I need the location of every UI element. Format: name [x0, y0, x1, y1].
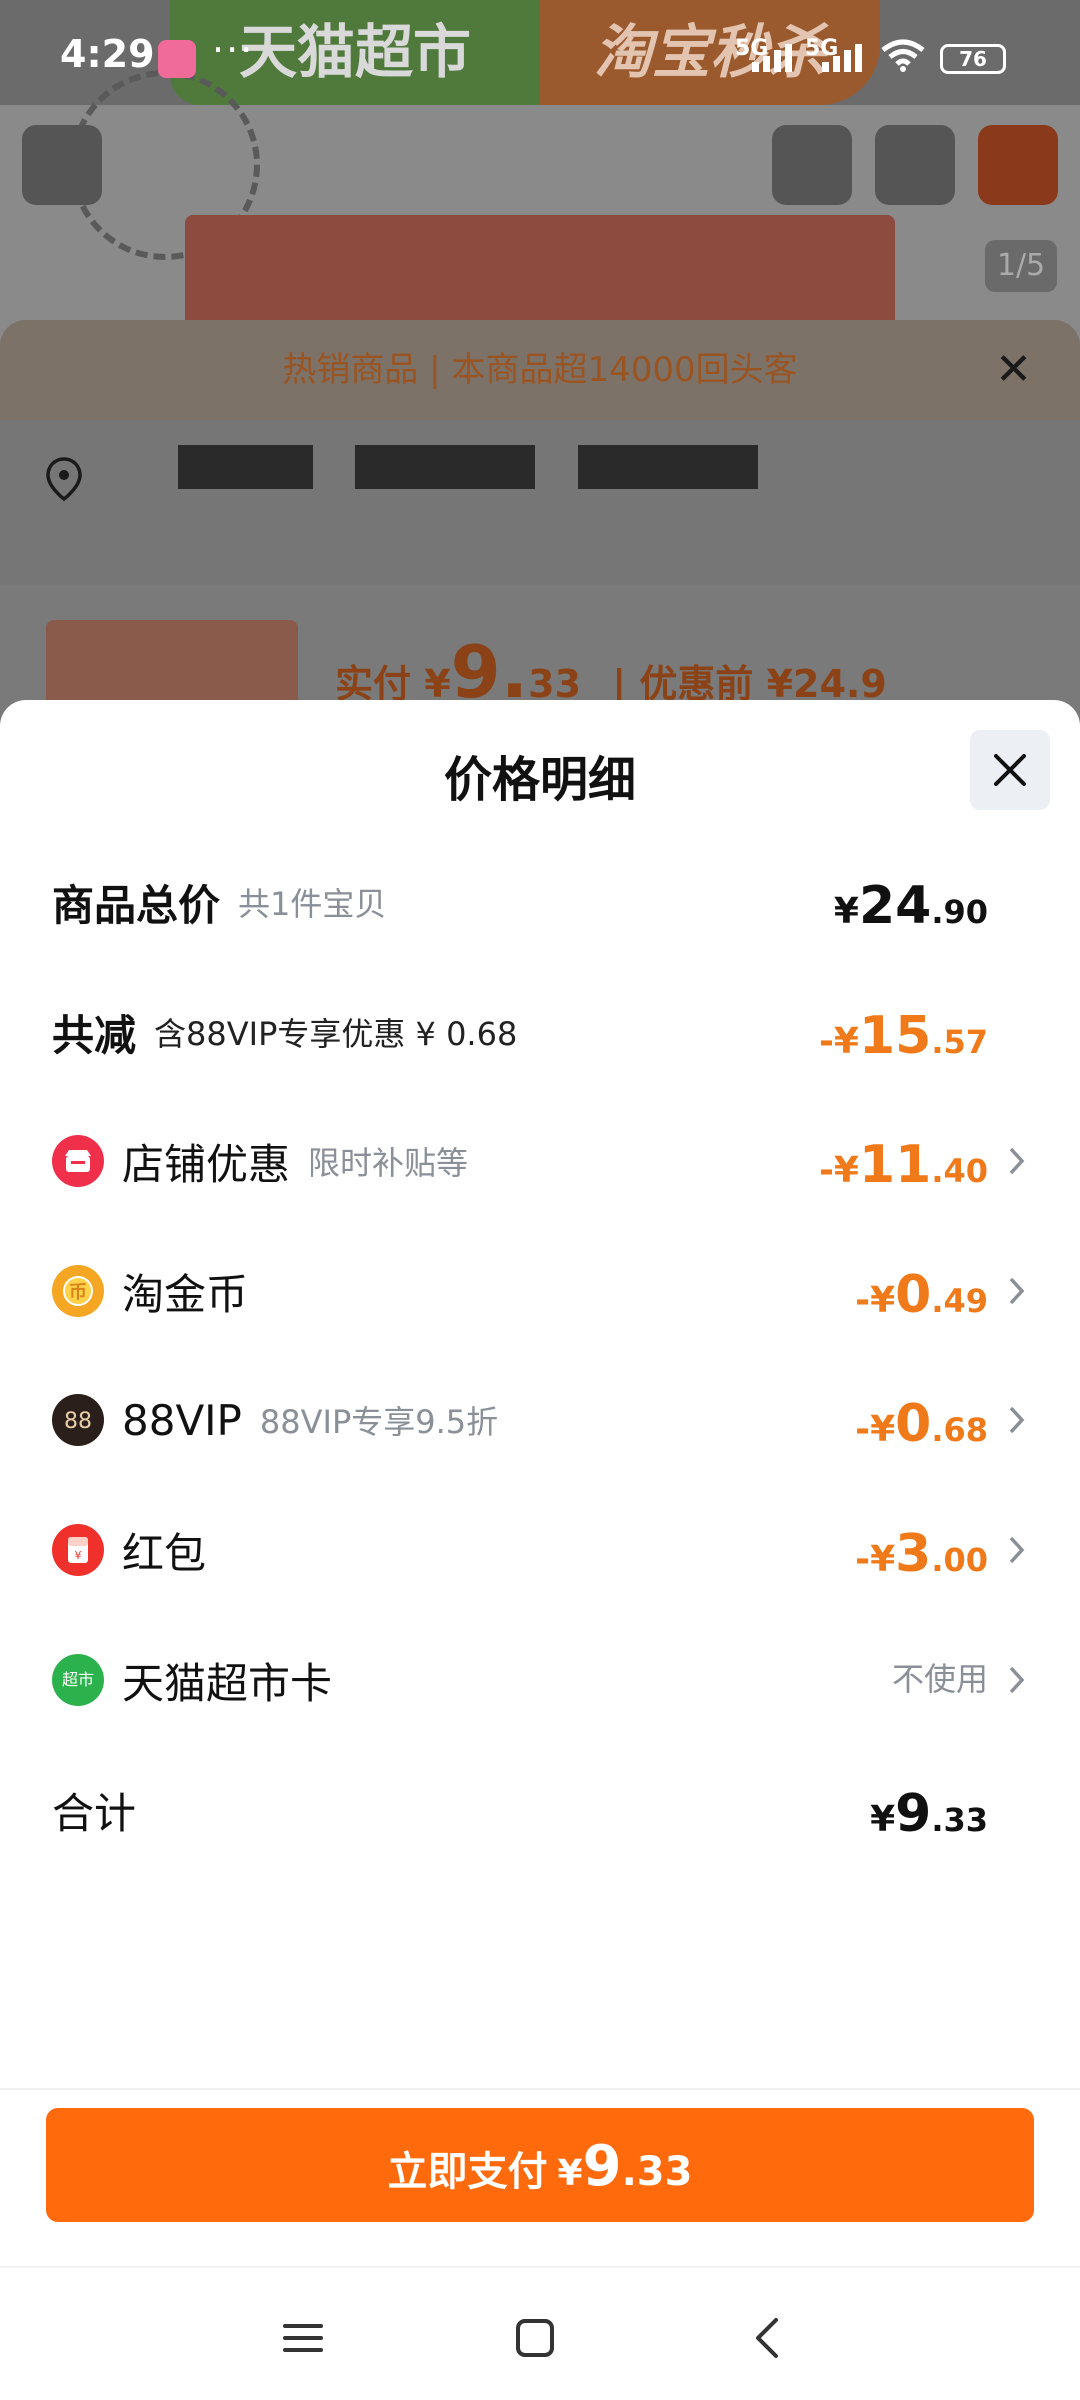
app-notification-icon — [158, 40, 196, 78]
row-label: 店铺优惠 — [122, 1139, 291, 1189]
back-icon[interactable] — [738, 2308, 798, 2368]
price-detail-sheet: 价格明细 商品总价 共1件宝贝 ¥24.90 共减 含88VIP专享优惠 ¥ 0… — [0, 700, 1080, 2400]
red-packet-icon: ¥ — [52, 1524, 104, 1576]
image-counter: 1/5 — [985, 240, 1057, 292]
row-label: 天猫超市卡 — [122, 1658, 333, 1708]
row-label: 红包 — [122, 1528, 207, 1578]
gold-coin-icon: 币 — [52, 1265, 104, 1317]
card-status: 不使用 — [891, 1660, 988, 1698]
signal-icon — [752, 44, 796, 72]
chevron-right-icon — [1009, 1666, 1025, 1694]
chevron-right-icon — [1009, 1536, 1025, 1564]
chevron-right-icon — [1009, 1277, 1025, 1305]
chevron-right-icon — [1009, 1406, 1025, 1434]
row-goods-total: 商品总价 共1件宝贝 ¥24.90 — [52, 862, 1028, 942]
redacted-address — [178, 445, 313, 489]
svg-text:88: 88 — [64, 1409, 92, 1434]
share-button[interactable] — [772, 125, 852, 205]
pay-button-label: 立即支付 — [387, 2149, 548, 2195]
status-bar: 4:29 ··· 5G 5G 76 — [0, 0, 1080, 105]
pay-now-button[interactable]: 立即支付 ¥ 9 .33 — [46, 2108, 1034, 2222]
row-label: 88VIP — [122, 1395, 242, 1445]
pay-button-int: 9 — [582, 2134, 622, 2199]
chevron-right-icon — [1009, 1147, 1025, 1175]
vip88-icon: 88 — [52, 1394, 104, 1446]
redacted-address — [578, 445, 758, 489]
address-row[interactable] — [0, 420, 1080, 585]
sum-amount: ¥9.33 — [870, 1784, 988, 1844]
sheet-title: 价格明细 — [443, 752, 636, 808]
row-88vip[interactable]: 88 88VIP 88VIP专享9.5折 -¥ 0.68 — [52, 1380, 1028, 1460]
hot-sale-banner: 热销商品 | 本商品超14000回头客 ✕ — [0, 320, 1080, 420]
close-icon[interactable]: ✕ — [995, 348, 1032, 392]
row-tmall-card[interactable]: 超市 天猫超市卡 不使用 — [52, 1640, 1028, 1720]
row-sub: 共1件宝贝 — [238, 885, 387, 923]
tmall-supermarket-card-icon: 超市 — [52, 1654, 104, 1706]
hot-sale-text: 热销商品 | 本商品超14000回头客 — [282, 350, 798, 390]
sheet-close-button[interactable] — [970, 730, 1050, 810]
row-sum: 合计 ¥9.33 — [52, 1770, 1028, 1850]
pay-button-dec: .33 — [621, 2149, 693, 2195]
cart-button[interactable] — [875, 125, 955, 205]
total-discount-amount: -¥ 15.57 — [818, 1006, 988, 1066]
shop-icon — [52, 1135, 104, 1187]
vip-discount-amount: -¥ 0.68 — [855, 1394, 988, 1454]
footer-divider — [0, 2088, 1080, 2090]
row-label: 淘金币 — [122, 1269, 249, 1319]
row-label: 商品总价 — [52, 880, 221, 930]
coin-discount-amount: -¥ 0.49 — [855, 1265, 988, 1325]
red-packet-amount: -¥ 3.00 — [855, 1524, 988, 1584]
row-sub: 含88VIP专享优惠 ¥ 0.68 — [154, 1015, 518, 1053]
redacted-address — [355, 445, 535, 489]
menu-icon[interactable] — [273, 2308, 333, 2368]
wifi-icon — [881, 39, 925, 72]
row-total-discount: 共减 含88VIP专享优惠 ¥ 0.68 -¥ 15.57 — [52, 992, 1028, 1072]
svg-text:币: 币 — [69, 1282, 87, 1303]
svg-text:超市: 超市 — [62, 1670, 94, 1689]
row-shop-discount[interactable]: 店铺优惠 限时补贴等 -¥ 11.40 — [52, 1121, 1028, 1201]
pay-button-currency: ¥ — [557, 2153, 583, 2194]
background-product-page: 天猫超市 淘宝秒杀 1/5 热销商品 | 本商品超14000回头客 ✕ 实付 ¥… — [0, 0, 1080, 720]
more-notifications-icon: ··· — [212, 28, 255, 72]
row-sub: 限时补贴等 — [308, 1144, 469, 1182]
shop-discount-amount: -¥ 11.40 — [818, 1135, 988, 1195]
row-sub: 88VIP专享9.5折 — [259, 1403, 499, 1441]
system-navigation-bar — [0, 2266, 1080, 2400]
row-label: 共减 — [52, 1010, 137, 1060]
more-button[interactable] — [978, 125, 1058, 205]
status-time: 4:29 — [60, 32, 155, 76]
row-red-packet[interactable]: ¥ 红包 -¥ 3.00 — [52, 1510, 1028, 1590]
battery-icon: 76 — [940, 44, 1006, 74]
row-label: 合计 — [52, 1788, 137, 1838]
home-icon[interactable] — [505, 2308, 565, 2368]
location-pin-icon — [46, 457, 82, 502]
signal-icon — [822, 44, 866, 72]
row-taojinbi[interactable]: 币 淘金币 -¥ 0.49 — [52, 1251, 1028, 1331]
close-icon — [994, 754, 1026, 786]
svg-text:¥: ¥ — [75, 1549, 82, 1562]
back-button[interactable] — [22, 125, 102, 205]
goods-total-amount: ¥24.90 — [833, 876, 988, 936]
